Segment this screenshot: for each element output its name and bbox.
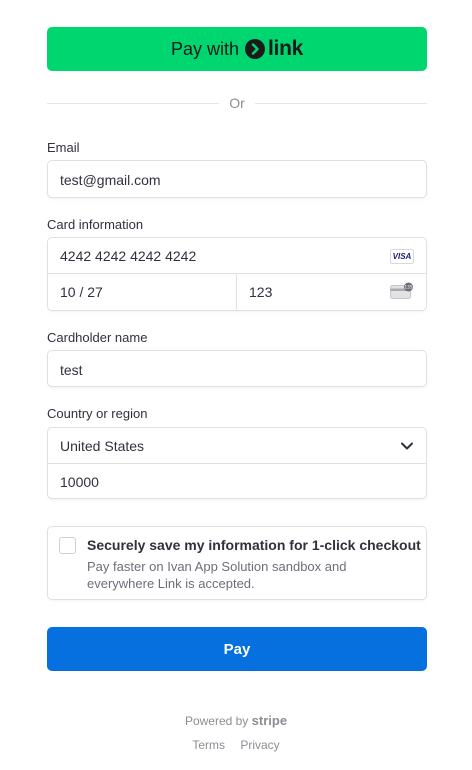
card-information-group: 4242 4242 4242 4242 VISA 10 / 27 123 135 — [47, 237, 427, 311]
save-info-checkbox[interactable] — [59, 537, 76, 554]
link-brand-text: link — [268, 37, 303, 60]
card-expiry-field[interactable]: 10 / 27 — [48, 274, 237, 310]
cardholder-name-field[interactable]: test — [47, 350, 427, 387]
card-cvc-value: 123 — [249, 284, 273, 300]
chevron-down-icon — [401, 442, 413, 450]
country-postal-group: United States 10000 — [47, 427, 427, 499]
save-info-title: Securely save my information for 1-click… — [87, 537, 421, 553]
link-arrow-icon — [245, 39, 266, 59]
card-number-value: 4242 4242 4242 4242 — [60, 248, 197, 264]
country-region-label: Country or region — [47, 406, 148, 421]
save-info-description: Pay faster on Ivan App Solution sandbox … — [87, 559, 347, 591]
cardholder-name-value: test — [60, 362, 83, 378]
card-number-field[interactable]: 4242 4242 4242 4242 VISA — [48, 238, 426, 274]
visa-icon: VISA — [390, 249, 414, 264]
stripe-logo: stripe — [251, 713, 288, 728]
cvc-card-icon: 135 — [390, 282, 413, 299]
powered-by-stripe[interactable]: Powered by stripe — [0, 713, 472, 728]
powered-by-text: Powered by — [184, 714, 249, 728]
email-value: test@gmail.com — [60, 172, 161, 188]
postal-code-value: 10000 — [60, 474, 99, 490]
postal-code-field[interactable]: 10000 — [48, 464, 426, 499]
divider-line-left — [47, 102, 220, 104]
cardholder-name-label: Cardholder name — [47, 330, 148, 345]
card-expiry-value: 10 / 27 — [60, 284, 103, 300]
card-cvc-field[interactable]: 123 135 — [237, 274, 426, 310]
country-select[interactable]: United States — [48, 428, 426, 464]
link-logo: link — [245, 37, 303, 61]
or-text: Or — [229, 95, 245, 111]
cvc-icon-text: 135 — [405, 285, 413, 290]
country-selected-value: United States — [60, 438, 145, 454]
pay-with-label: Pay with — [170, 38, 240, 59]
email-label: Email — [47, 140, 80, 155]
pay-with-link-button[interactable]: Pay with link — [47, 27, 427, 71]
pay-button[interactable]: Pay — [47, 627, 427, 671]
card-information-label: Card information — [47, 217, 144, 232]
email-field[interactable]: test@gmail.com — [47, 160, 427, 198]
save-info-box: Securely save my information for 1-click… — [47, 526, 427, 600]
privacy-link[interactable]: Privacy — [240, 738, 279, 752]
footer-links: Terms Privacy — [0, 738, 472, 752]
or-divider: Or — [47, 95, 427, 111]
divider-line-right — [254, 102, 427, 104]
terms-link[interactable]: Terms — [192, 738, 225, 752]
